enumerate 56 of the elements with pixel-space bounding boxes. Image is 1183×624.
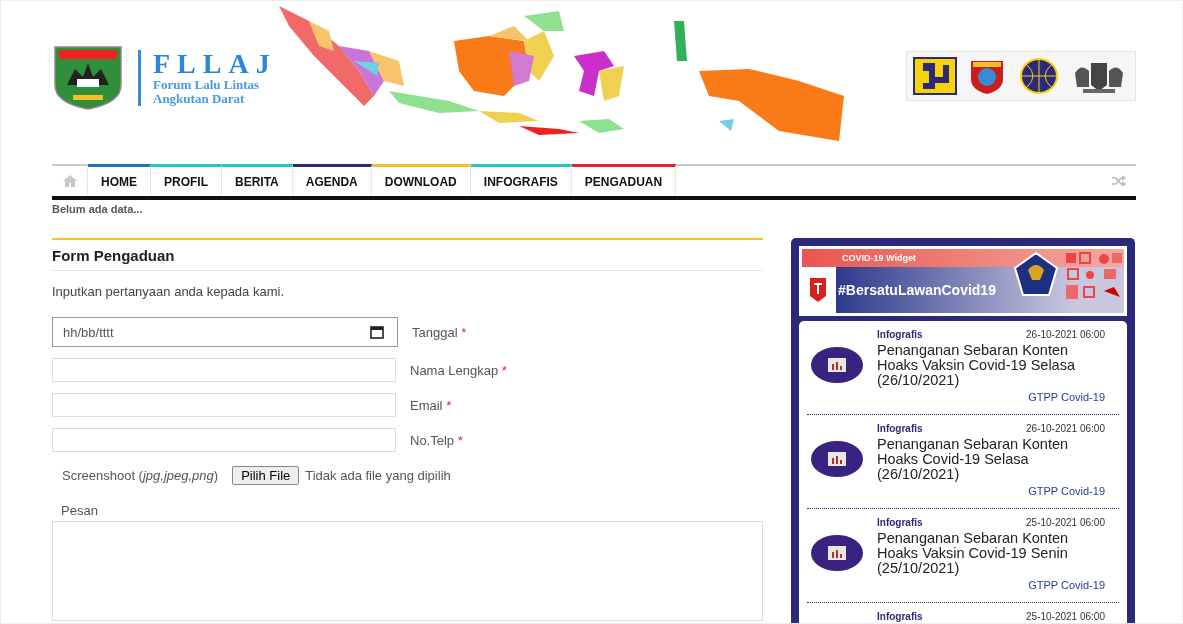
- task-force-emblem-icon: [1014, 252, 1058, 296]
- text-field[interactable]: [52, 358, 396, 382]
- news-title[interactable]: Penanganan Sebaran Konten Hoaks Vaksin Covid-19 Senin (25/10/2021): [877, 531, 1105, 576]
- nav-link[interactable]: PROFIL: [151, 164, 222, 196]
- news-date: 25-10-2021 06:00: [1026, 517, 1105, 528]
- news-item[interactable]: Infografis 25-10-2021 06:00 Penanganan Sebaran Konten Hoaks Vaksin Covid-19 Senin (25/10/2021) GTPP Covid-19: [807, 509, 1119, 603]
- nav-link[interactable]: AGENDA: [292, 164, 372, 196]
- news-item[interactable]: Infografis 26-10-2021 06:00 Penanganan Sebaran Konten Hoaks Vaksin Covid-19 Selasa (26/10/2021) GTPP Covid-19: [807, 321, 1119, 415]
- nav-link[interactable]: PENGADUAN: [571, 164, 677, 196]
- field-label: Email *: [410, 397, 452, 413]
- ticker-text: Belum ada data...: [52, 202, 144, 217]
- field-label: No.Telp *: [410, 432, 463, 448]
- news-source: GTPP Covid-19: [1028, 391, 1105, 403]
- intro-text: Inputkan pertanyaan anda kepada kami.: [52, 284, 285, 299]
- nav-link[interactable]: HOME: [88, 164, 151, 196]
- nav-link[interactable]: INFOGRAFIS: [470, 164, 572, 196]
- news-item[interactable]: Infografis 25-10-2021 06:00: [807, 603, 1119, 623]
- nav-link[interactable]: BERITA: [222, 164, 293, 196]
- field-label: Tanggal *: [412, 324, 467, 340]
- news-title[interactable]: Penanganan Sebaran Konten Hoaks Covid-19 Selasa (26/10/2021): [877, 437, 1105, 482]
- news-item[interactable]: Infografis 26-10-2021 06:00 Penanganan Sebaran Konten Hoaks Covid-19 Selasa (26/10/2021) GTPP Covid-19: [807, 415, 1119, 509]
- globe-emblem-icon: [1017, 57, 1061, 95]
- news-date: 26-10-2021 06:00: [1026, 329, 1105, 340]
- shuffle-icon[interactable]: [1112, 175, 1126, 187]
- chart-icon: [811, 441, 863, 477]
- anniversary-emblem-icon: [808, 276, 828, 304]
- news-category: Infografis: [877, 329, 923, 340]
- news-category: Infografis: [877, 423, 923, 434]
- field-label: Nama Lengkap *: [410, 362, 507, 378]
- text-field[interactable]: [52, 428, 396, 452]
- chart-icon: [811, 347, 863, 383]
- hashtag-text: #BersatuLawanCovid19: [838, 282, 996, 298]
- choose-file-button[interactable]: Pilih File: [232, 466, 300, 485]
- news-date: 26-10-2021 06:00: [1026, 423, 1105, 434]
- message-field[interactable]: [52, 521, 763, 621]
- logo-title: FLLAJ: [153, 50, 277, 78]
- text-field[interactable]: [52, 393, 396, 417]
- news-title[interactable]: Penanganan Sebaran Konten Hoaks Vaksin Covid-19 Selasa (26/10/2021): [877, 343, 1105, 388]
- file-status: Tidak ada file yang dipilih: [305, 468, 451, 483]
- file-label: Screenshoot (jpg,jpeg,png): [62, 468, 219, 483]
- news-category: Infografis: [877, 517, 923, 528]
- widget-title: COVID-19 Widget: [842, 253, 916, 263]
- shield-emblem-icon: [52, 45, 124, 111]
- logo-subtitle: Angkutan Darat: [153, 92, 246, 106]
- chart-icon: [811, 535, 863, 571]
- news-source: GTPP Covid-19: [1028, 579, 1105, 591]
- form-title: Form Pengaduan: [52, 240, 763, 271]
- logo-subtitle: Forum Lalu Lintas: [153, 78, 261, 92]
- news-date: 25-10-2021 06:00: [1026, 611, 1105, 622]
- news-source: GTPP Covid-19: [1028, 485, 1105, 497]
- calendar-icon[interactable]: [370, 325, 384, 339]
- date-field[interactable]: hh/bb/tttt: [52, 317, 398, 347]
- message-label: Pesan: [61, 503, 99, 518]
- nav-link[interactable]: DOWNLOAD: [371, 164, 471, 196]
- news-category: Infografis: [877, 611, 923, 622]
- ministry-emblem-icon: [913, 57, 957, 95]
